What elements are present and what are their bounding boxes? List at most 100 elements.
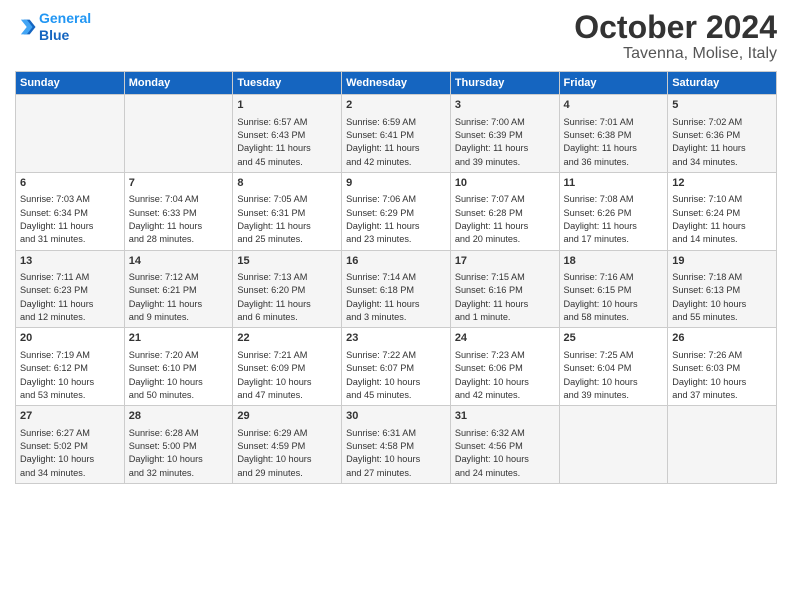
day-details: Sunrise: 7:15 AM Sunset: 6:16 PM Dayligh… [455,271,555,324]
day-number: 10 [455,176,555,191]
day-number: 28 [129,409,229,424]
table-row: 15 Sunrise: 7:13 AM Sunset: 6:20 PM Dayli… [233,250,342,328]
day-number: 27 [20,409,120,424]
day-details: Sunrise: 7:10 AM Sunset: 6:24 PM Dayligh… [672,193,772,246]
table-row: 12 Sunrise: 7:10 AM Sunset: 6:24 PM Dayli… [668,172,777,250]
table-row: 4 Sunrise: 7:01 AM Sunset: 6:38 PM Daylig… [559,95,668,173]
col-monday: Monday [124,72,233,95]
table-row: 18 Sunrise: 7:16 AM Sunset: 6:15 PM Dayli… [559,250,668,328]
day-details: Sunrise: 6:57 AM Sunset: 6:43 PM Dayligh… [237,116,337,169]
table-row: 10 Sunrise: 7:07 AM Sunset: 6:28 PM Dayli… [450,172,559,250]
logo-icon [15,16,37,38]
table-row: 21 Sunrise: 7:20 AM Sunset: 6:10 PM Dayli… [124,328,233,406]
table-row: 1 Sunrise: 6:57 AM Sunset: 6:43 PM Daylig… [233,95,342,173]
table-row: 26 Sunrise: 7:26 AM Sunset: 6:03 PM Dayli… [668,328,777,406]
day-number: 31 [455,409,555,424]
table-row: 22 Sunrise: 7:21 AM Sunset: 6:09 PM Dayli… [233,328,342,406]
day-details: Sunrise: 7:13 AM Sunset: 6:20 PM Dayligh… [237,271,337,324]
day-number: 18 [564,254,664,269]
day-details: Sunrise: 7:05 AM Sunset: 6:31 PM Dayligh… [237,193,337,246]
page-container: General Blue October 2024 Tavenna, Molis… [0,0,792,489]
table-row [16,95,125,173]
day-number: 11 [564,176,664,191]
day-details: Sunrise: 7:02 AM Sunset: 6:36 PM Dayligh… [672,116,772,169]
table-row: 3Sunrise: 7:00 AM Sunset: 6:39 PM Daylig… [450,95,559,173]
day-number: 9 [346,176,446,191]
day-details: Sunrise: 7:23 AM Sunset: 6:06 PM Dayligh… [455,349,555,402]
table-row: 6Sunrise: 7:03 AM Sunset: 6:34 PM Daylig… [16,172,125,250]
day-details: Sunrise: 7:18 AM Sunset: 6:13 PM Dayligh… [672,271,772,324]
table-row: 19 Sunrise: 7:18 AM Sunset: 6:13 PM Dayli… [668,250,777,328]
table-row [668,406,777,484]
col-saturday: Saturday [668,72,777,95]
calendar-week-row: 20Sunrise: 7:19 AM Sunset: 6:12 PM Dayli… [16,328,777,406]
day-details: Sunrise: 6:27 AM Sunset: 5:02 PM Dayligh… [20,427,120,480]
calendar-week-row: 6Sunrise: 7:03 AM Sunset: 6:34 PM Daylig… [16,172,777,250]
day-details: Sunrise: 7:16 AM Sunset: 6:15 PM Dayligh… [564,271,664,324]
day-number: 8 [237,176,337,191]
day-number: 26 [672,331,772,346]
day-details: Sunrise: 7:04 AM Sunset: 6:33 PM Dayligh… [129,193,229,246]
day-details: Sunrise: 7:21 AM Sunset: 6:09 PM Dayligh… [237,349,337,402]
day-details: Sunrise: 7:12 AM Sunset: 6:21 PM Dayligh… [129,271,229,324]
table-row: 31 Sunrise: 6:32 AM Sunset: 4:56 PM Dayli… [450,406,559,484]
day-number: 5 [672,98,772,113]
table-row [124,95,233,173]
table-row: 5 Sunrise: 7:02 AM Sunset: 6:36 PM Daylig… [668,95,777,173]
day-number: 30 [346,409,446,424]
day-details: Sunrise: 6:28 AM Sunset: 5:00 PM Dayligh… [129,427,229,480]
day-details: Sunrise: 6:31 AM Sunset: 4:58 PM Dayligh… [346,427,446,480]
day-number: 2 [346,98,446,113]
calendar-week-row: 1 Sunrise: 6:57 AM Sunset: 6:43 PM Daylig… [16,95,777,173]
col-tuesday: Tuesday [233,72,342,95]
day-number: 21 [129,331,229,346]
day-number: 19 [672,254,772,269]
day-details: Sunrise: 7:22 AM Sunset: 6:07 PM Dayligh… [346,349,446,402]
table-row: 14 Sunrise: 7:12 AM Sunset: 6:21 PM Dayli… [124,250,233,328]
day-number: 16 [346,254,446,269]
day-number: 15 [237,254,337,269]
day-details: Sunrise: 7:07 AM Sunset: 6:28 PM Dayligh… [455,193,555,246]
day-number: 12 [672,176,772,191]
table-row: 20Sunrise: 7:19 AM Sunset: 6:12 PM Dayli… [16,328,125,406]
day-details: Sunrise: 7:00 AM Sunset: 6:39 PM Dayligh… [455,116,555,169]
day-details: Sunrise: 7:19 AM Sunset: 6:12 PM Dayligh… [20,349,120,402]
day-number: 13 [20,254,120,269]
calendar-week-row: 13 Sunrise: 7:11 AM Sunset: 6:23 PM Dayli… [16,250,777,328]
table-row: 7 Sunrise: 7:04 AM Sunset: 6:33 PM Daylig… [124,172,233,250]
table-row: 29Sunrise: 6:29 AM Sunset: 4:59 PM Dayli… [233,406,342,484]
day-details: Sunrise: 7:11 AM Sunset: 6:23 PM Dayligh… [20,271,120,324]
day-number: 4 [564,98,664,113]
day-number: 14 [129,254,229,269]
day-number: 7 [129,176,229,191]
day-number: 1 [237,98,337,113]
day-details: Sunrise: 7:26 AM Sunset: 6:03 PM Dayligh… [672,349,772,402]
day-details: Sunrise: 7:08 AM Sunset: 6:26 PM Dayligh… [564,193,664,246]
table-row: 27 Sunrise: 6:27 AM Sunset: 5:02 PM Dayli… [16,406,125,484]
title-block: October 2024 Tavenna, Molise, Italy [574,10,777,63]
day-details: Sunrise: 7:20 AM Sunset: 6:10 PM Dayligh… [129,349,229,402]
day-details: Sunrise: 7:01 AM Sunset: 6:38 PM Dayligh… [564,116,664,169]
table-row: 24Sunrise: 7:23 AM Sunset: 6:06 PM Dayli… [450,328,559,406]
day-number: 25 [564,331,664,346]
logo-text: General Blue [39,10,91,44]
day-details: Sunrise: 6:29 AM Sunset: 4:59 PM Dayligh… [237,427,337,480]
table-row: 17 Sunrise: 7:15 AM Sunset: 6:16 PM Dayli… [450,250,559,328]
day-number: 17 [455,254,555,269]
day-number: 23 [346,331,446,346]
table-row: 28 Sunrise: 6:28 AM Sunset: 5:00 PM Dayli… [124,406,233,484]
col-thursday: Thursday [450,72,559,95]
col-sunday: Sunday [16,72,125,95]
day-details: Sunrise: 7:06 AM Sunset: 6:29 PM Dayligh… [346,193,446,246]
day-details: Sunrise: 6:32 AM Sunset: 4:56 PM Dayligh… [455,427,555,480]
day-number: 22 [237,331,337,346]
table-row: 11 Sunrise: 7:08 AM Sunset: 6:26 PM Dayli… [559,172,668,250]
table-row: 8 Sunrise: 7:05 AM Sunset: 6:31 PM Daylig… [233,172,342,250]
calendar-subtitle: Tavenna, Molise, Italy [574,45,777,63]
table-row: 2Sunrise: 6:59 AM Sunset: 6:41 PM Daylig… [342,95,451,173]
table-row: 13 Sunrise: 7:11 AM Sunset: 6:23 PM Dayli… [16,250,125,328]
calendar-week-row: 27 Sunrise: 6:27 AM Sunset: 5:02 PM Dayli… [16,406,777,484]
table-row: 16Sunrise: 7:14 AM Sunset: 6:18 PM Dayli… [342,250,451,328]
table-row: 23 Sunrise: 7:22 AM Sunset: 6:07 PM Dayli… [342,328,451,406]
calendar-table: Sunday Monday Tuesday Wednesday Thursday… [15,71,777,484]
